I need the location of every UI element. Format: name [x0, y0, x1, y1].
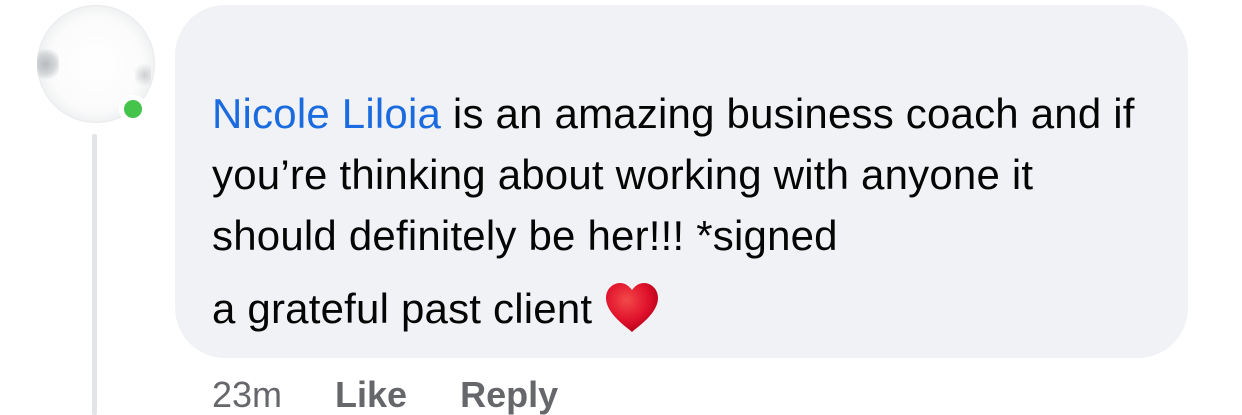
heart-icon	[604, 282, 660, 334]
comment-text-part2: a grateful past client	[212, 285, 593, 332]
like-button[interactable]: Like	[335, 374, 407, 415]
comment-author-link[interactable]: Nicole Liloia	[212, 90, 441, 137]
comment-timestamp[interactable]: 23m	[212, 374, 282, 415]
comment-body: Nicole Liloia is an amazing business coa…	[212, 83, 1148, 339]
online-status-icon	[119, 95, 147, 123]
comment-meta-row: 23m Like Reply	[212, 374, 611, 415]
comment-last-line: a grateful past client	[212, 278, 1148, 339]
comment-view: Nicole Liloia is an amazing business coa…	[0, 0, 1242, 415]
reply-button[interactable]: Reply	[460, 374, 558, 415]
thread-line	[92, 134, 97, 415]
comment-bubble: Nicole Liloia is an amazing business coa…	[175, 5, 1188, 358]
avatar-container[interactable]	[37, 5, 157, 125]
